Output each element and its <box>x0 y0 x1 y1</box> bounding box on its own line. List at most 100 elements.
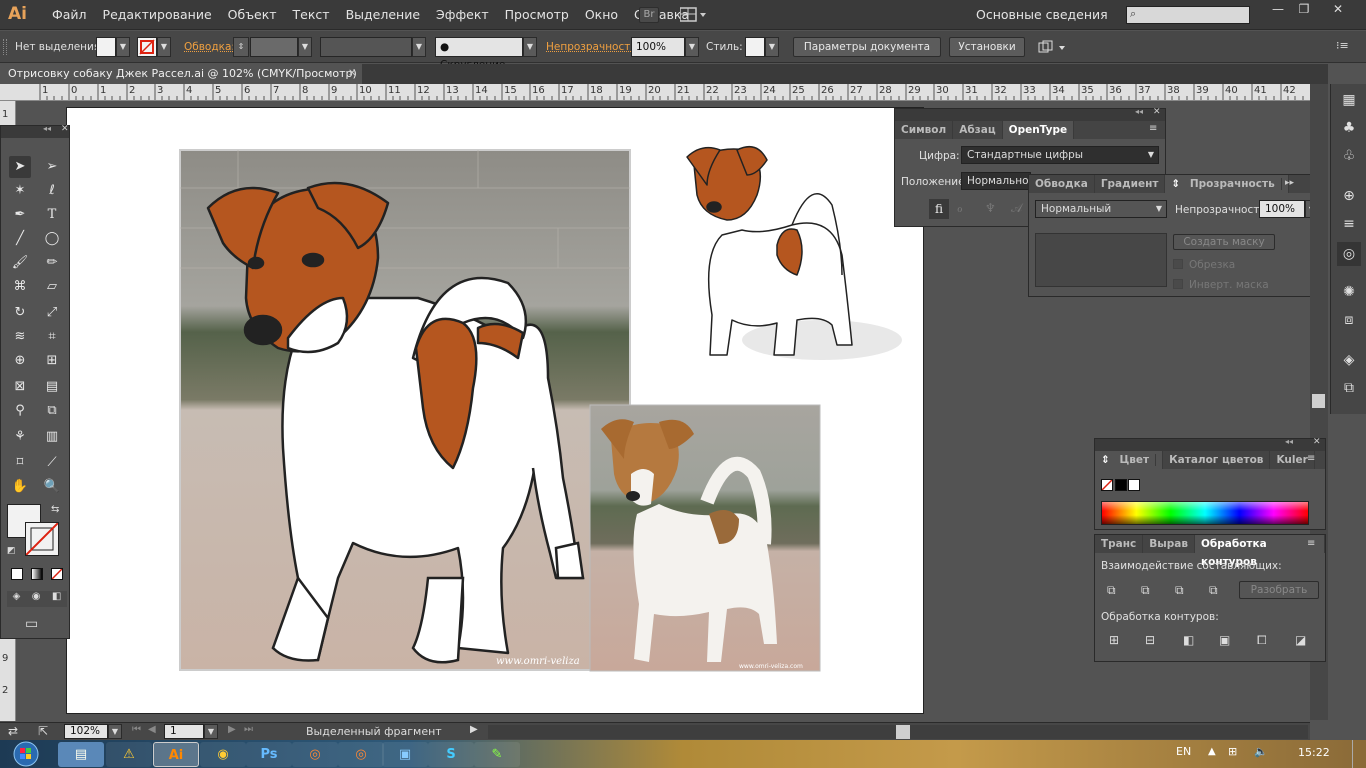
workspace-switcher[interactable]: Основные сведения ▼ <box>968 5 1110 41</box>
exclude-icon[interactable]: ⧉ <box>1209 583 1218 598</box>
warp-tool-icon[interactable]: ≋ <box>9 326 31 348</box>
draw-modes[interactable]: ◈ ◉ ◧ <box>7 591 67 607</box>
menu-window[interactable]: Окно <box>577 0 626 30</box>
layers-icon[interactable]: ◈ <box>1337 348 1361 372</box>
ornament-icon[interactable]: ♆ <box>985 201 996 215</box>
collapse-icon[interactable]: ◂◂ <box>1135 107 1143 116</box>
panel-header[interactable]: ◂◂ ✕ <box>1095 437 1325 451</box>
gradient-mode-icon[interactable] <box>31 568 43 580</box>
panel-menu-icon[interactable]: ≡ <box>1307 538 1315 549</box>
start-button[interactable] <box>6 740 46 768</box>
horizontal-scrollbar[interactable] <box>488 725 1308 739</box>
panel-menu-icon[interactable]: ⁝≡ <box>1336 39 1349 52</box>
free-transform-tool-icon[interactable]: ⌗ <box>41 326 63 348</box>
close-tab-button[interactable]: ✕ <box>348 64 356 84</box>
ellipse-tool-icon[interactable]: ◯ <box>41 228 63 250</box>
close-window-button[interactable]: ✕ <box>1316 0 1360 20</box>
symbols-icon[interactable]: ♧ <box>1337 144 1361 168</box>
draw-inside-icon[interactable]: ◧ <box>52 591 61 607</box>
stroke-color-swatch[interactable] <box>25 522 59 556</box>
collapse-icon[interactable]: ◂◂ <box>43 124 51 133</box>
photoshop-taskbar-icon[interactable]: Ps <box>246 742 292 767</box>
outline-icon[interactable]: ⧠ <box>1257 633 1267 648</box>
menu-effect[interactable]: Эффект <box>428 0 497 30</box>
small-illustration[interactable] <box>682 145 902 375</box>
opacity-dropdown[interactable]: ▼ <box>685 37 699 57</box>
main-illustration[interactable]: www.omri-veliza <box>178 148 632 672</box>
color-guide-icon[interactable]: ▦ <box>1337 88 1361 112</box>
explorer-taskbar-icon[interactable]: ▤ <box>58 742 104 767</box>
style-dropdown[interactable]: ▼ <box>765 37 779 57</box>
screen-mode-icon[interactable]: ▭ <box>25 616 38 632</box>
bridge-button[interactable]: Br <box>639 7 659 23</box>
color-spectrum[interactable] <box>1101 501 1309 525</box>
menu-file[interactable]: Файл <box>44 0 95 30</box>
minus-back-icon[interactable]: ◪ <box>1295 633 1306 647</box>
app-taskbar-icon[interactable]: ▣ <box>382 742 428 767</box>
swap-colors-icon[interactable]: ⇆ <box>51 504 59 515</box>
invert-mask-checkbox[interactable] <box>1173 279 1183 289</box>
horizontal-scroll-thumb[interactable] <box>896 725 910 739</box>
color-mode-icon[interactable] <box>11 568 23 580</box>
draw-normal-icon[interactable]: ◈ <box>13 591 21 607</box>
next-artboard-icon[interactable]: ▶ <box>228 724 236 735</box>
line-tool-icon[interactable]: ╱ <box>9 228 31 250</box>
stroke-panel-icon[interactable]: ≡ <box>1337 212 1361 236</box>
variable-width-profile[interactable] <box>320 37 412 57</box>
horizontal-ruler[interactable]: 1 0 1 2 3 4 5 6 7 8 9 10 11 12 13 14 15 16 17 18 19 20 21 22 23 2… <box>0 84 1310 101</box>
tab-paragraph[interactable]: Абзац <box>953 121 1003 139</box>
black-swatch[interactable] <box>1115 479 1127 491</box>
lasso-tool-icon[interactable]: ℓ <box>41 180 63 202</box>
make-mask-button[interactable]: Создать маску <box>1173 234 1275 250</box>
artboard-number-input[interactable]: 1 <box>164 724 204 739</box>
pen-tool-icon[interactable]: ✒ <box>9 204 31 226</box>
tab-swatch-library[interactable]: Каталог цветов <box>1163 451 1271 469</box>
brush-definition[interactable]: ● Скругление... <box>435 37 523 71</box>
volume-icon[interactable]: 🔈 <box>1254 745 1268 758</box>
minus-front-icon[interactable]: ⧉ <box>1141 583 1150 598</box>
fill-swatch[interactable] <box>96 37 116 57</box>
document-tab[interactable]: Отрисовку собаку Джек Рассел.ai @ 102% (… <box>0 64 362 84</box>
blob-brush-tool-icon[interactable]: ⌘ <box>9 276 31 298</box>
zoom-input[interactable]: 102% <box>64 724 108 739</box>
selection-tool-icon[interactable]: ➤ <box>9 156 31 178</box>
notes-taskbar-icon[interactable]: ✎ <box>474 742 520 767</box>
artboard-tool-icon[interactable]: ⌑ <box>9 452 31 474</box>
transform-icon[interactable]: ⧈ <box>1337 308 1361 332</box>
last-artboard-icon[interactable]: ⏭ <box>244 724 253 735</box>
tools-panel-header[interactable]: ◂◂ ✕ <box>1 124 69 138</box>
blend-mode-select[interactable]: Нормальный ▼ <box>1035 200 1167 218</box>
arrange-documents-icon[interactable] <box>679 7 706 23</box>
firefox-2-taskbar-icon[interactable]: ◎ <box>338 742 384 767</box>
firefox-taskbar-icon[interactable]: ◎ <box>292 742 338 767</box>
slice-tool-icon[interactable]: ⟋ <box>41 452 63 474</box>
intersect-icon[interactable]: ⧉ <box>1175 583 1184 598</box>
position-select[interactable]: Нормальное <box>961 172 1035 190</box>
trim-icon[interactable]: ⊟ <box>1145 633 1155 647</box>
merge-icon[interactable]: ◧ <box>1183 633 1194 647</box>
menu-select[interactable]: Выделение <box>338 0 428 30</box>
column-graph-tool-icon[interactable]: ▥ <box>41 426 63 448</box>
menu-edit[interactable]: Редактирование <box>95 0 220 30</box>
document-setup-button[interactable]: Параметры документа <box>793 37 941 57</box>
appearance-icon[interactable]: ✺ <box>1337 280 1361 304</box>
panel-header[interactable]: ◂◂ ✕ <box>895 107 1165 121</box>
fi-ligature-icon[interactable]: ﬁ <box>929 199 949 219</box>
fill-dropdown[interactable]: ▼ <box>116 37 130 57</box>
panel-menu-icon[interactable]: ≡ <box>1149 123 1157 134</box>
tab-transparency[interactable]: ⇕ Прозрачность <box>1165 175 1289 193</box>
tab-color[interactable]: ⇕ Цвет <box>1095 451 1164 469</box>
tab-pathfinder[interactable]: Обработка контуров <box>1195 535 1325 568</box>
hand-tool-icon[interactable]: ✋ <box>9 476 31 498</box>
rotate-tool-icon[interactable]: ↻ <box>9 302 31 324</box>
show-desktop-button[interactable] <box>1352 740 1366 768</box>
unite-icon[interactable]: ⧉ <box>1107 583 1116 598</box>
skype-taskbar-icon[interactable]: S <box>428 742 474 767</box>
eraser-tool-icon[interactable]: ▱ <box>41 276 63 298</box>
close-icon[interactable]: ✕ <box>1153 107 1161 117</box>
clip-checkbox[interactable] <box>1173 259 1183 269</box>
default-colors-icon[interactable]: ◩ <box>7 546 16 556</box>
status-text[interactable]: Выделенный фрагмент <box>306 725 442 738</box>
clock[interactable]: 15:22 <box>1298 746 1330 759</box>
stroke-swatch[interactable] <box>137 37 157 57</box>
